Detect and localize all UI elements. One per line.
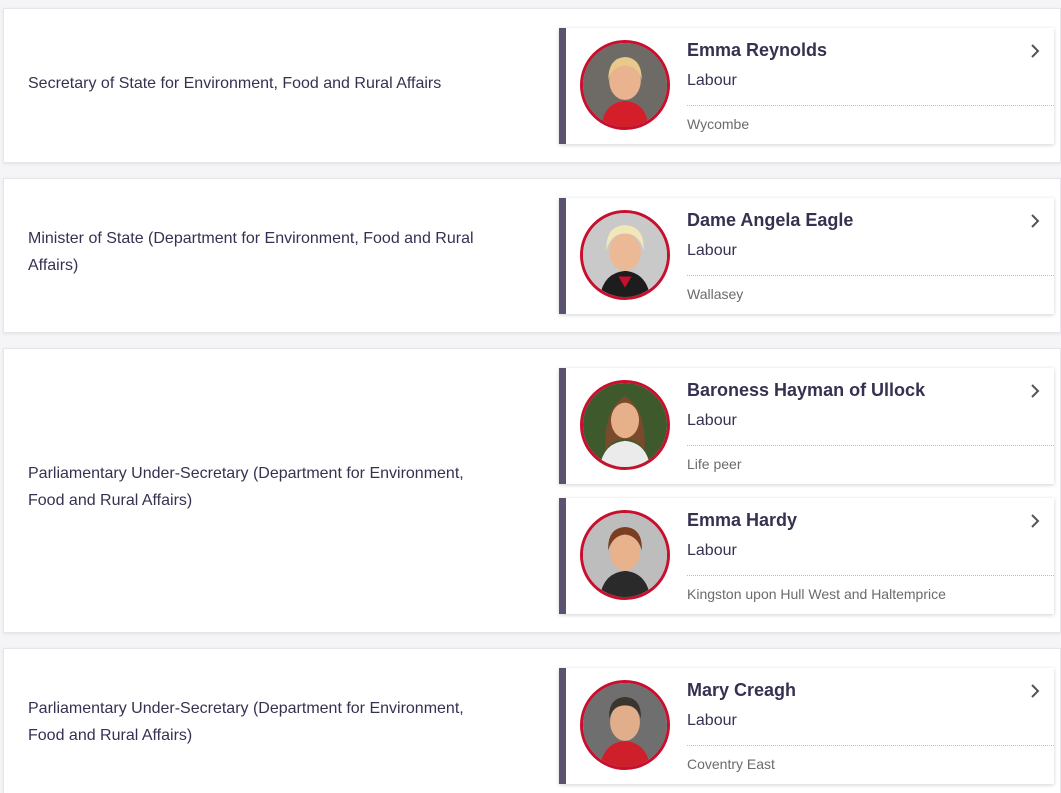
divider: [687, 575, 1054, 576]
member-name: Mary Creagh: [687, 680, 797, 700]
member-name: Baroness Hayman of Ullock: [687, 380, 926, 400]
chevron-right-icon: [1026, 682, 1044, 700]
member-portrait: [580, 210, 670, 300]
divider: [687, 105, 1054, 106]
chevron-right-icon: [1026, 512, 1044, 530]
chevron-right-icon: [1026, 382, 1044, 400]
member-constituency: Coventry East: [687, 756, 775, 772]
member-party: Labour: [687, 72, 737, 89]
member-constituency: Wycombe: [687, 116, 750, 132]
member-card-emma-hardy[interactable]: Emma Hardy Labour Kingston upon Hull Wes…: [559, 498, 1054, 614]
divider: [687, 445, 1054, 446]
chevron-right-icon: [1026, 212, 1044, 230]
divider: [687, 275, 1054, 276]
member-constituency: Life peer: [687, 456, 742, 472]
member-card-emma-reynolds[interactable]: Emma Reynolds Labour Wycombe: [559, 28, 1054, 144]
member-party: Labour: [687, 542, 737, 559]
member-party: Labour: [687, 242, 737, 259]
role-card: Parliamentary Under-Secretary (Departmen…: [3, 348, 1061, 633]
member-party: Labour: [687, 412, 737, 429]
member-name: Dame Angela Eagle: [687, 210, 854, 230]
role-title: Parliamentary Under-Secretary (Departmen…: [28, 465, 464, 509]
member-card-baroness-hayman[interactable]: Baroness Hayman of Ullock Labour Life pe…: [559, 368, 1054, 484]
member-name: Emma Reynolds: [687, 40, 828, 60]
role-title: Secretary of State for Environment, Food…: [28, 75, 442, 92]
role-title: Minister of State (Department for Enviro…: [28, 230, 474, 274]
government-roles-list: Secretary of State for Environment, Food…: [0, 0, 1061, 793]
member-card-angela-eagle[interactable]: Dame Angela Eagle Labour Wallasey: [559, 198, 1054, 314]
member-card-mary-creagh[interactable]: Mary Creagh Labour Coventry East: [559, 668, 1054, 784]
role-card: Minister of State (Department for Enviro…: [3, 178, 1061, 333]
member-portrait: [580, 680, 670, 770]
member-constituency: Kingston upon Hull West and Haltemprice: [687, 586, 946, 602]
role-title: Parliamentary Under-Secretary (Departmen…: [28, 700, 464, 744]
member-portrait: [580, 510, 670, 600]
member-portrait: [580, 380, 670, 470]
member-name: Emma Hardy: [687, 510, 798, 530]
role-card: Secretary of State for Environment, Food…: [3, 8, 1061, 163]
member-party: Labour: [687, 712, 737, 729]
member-constituency: Wallasey: [687, 286, 744, 302]
chevron-right-icon: [1026, 42, 1044, 60]
divider: [687, 745, 1054, 746]
member-portrait: [580, 40, 670, 130]
role-card: Parliamentary Under-Secretary (Departmen…: [3, 648, 1061, 793]
